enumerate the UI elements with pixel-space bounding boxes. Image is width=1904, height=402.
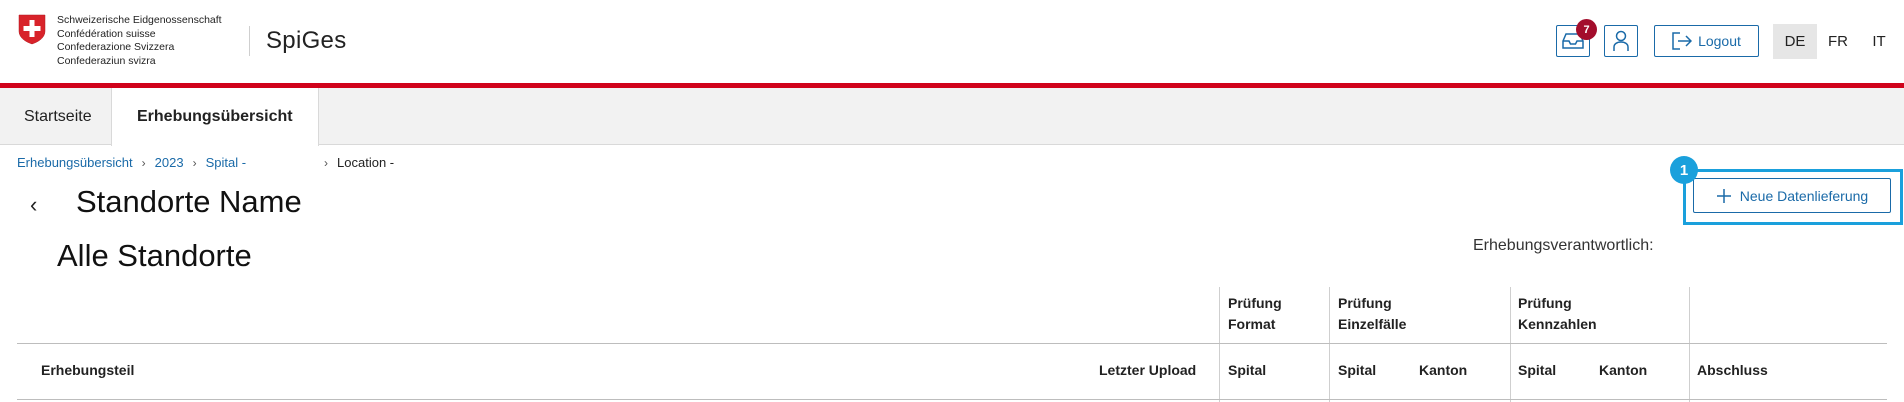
plus-icon [1716, 188, 1731, 203]
breadcrumb-separator: › [192, 155, 197, 170]
column-divider [1510, 287, 1511, 402]
breadcrumb-spital[interactable]: Spital - [206, 155, 246, 170]
user-icon [1613, 30, 1629, 51]
column-header-kennzahlen-kanton: Kanton [1599, 362, 1648, 378]
app-title: SpiGes [266, 27, 347, 54]
column-header-einzelfaelle-kanton: Kanton [1419, 362, 1468, 378]
language-fr[interactable]: FR [1816, 24, 1860, 59]
group-header-pruefung-format: Prüfung Format [1228, 293, 1282, 335]
confederation-wordmark: Schweizerische Eidgenossenschaft Confédé… [57, 14, 222, 68]
breadcrumb-location: Location - [337, 155, 395, 170]
group-header-line: Prüfung [1338, 295, 1392, 311]
language-it[interactable]: IT [1857, 24, 1901, 59]
page-title: Standorte Name [76, 184, 302, 219]
column-header-einzelfaelle-spital: Spital [1338, 362, 1377, 378]
language-de[interactable]: DE [1773, 24, 1817, 59]
group-header-line: Prüfung [1518, 295, 1572, 311]
breadcrumb-separator: › [141, 155, 146, 170]
swiss-coat-of-arms-icon [18, 14, 46, 45]
group-header-line: Prüfung [1228, 295, 1282, 311]
breadcrumb-year[interactable]: 2023 [155, 155, 184, 170]
column-header-format-spital: Spital [1228, 362, 1267, 378]
breadcrumb-erhebungsuebersicht[interactable]: Erhebungsübersicht [17, 155, 133, 170]
group-header-line: Format [1228, 316, 1276, 332]
logout-button[interactable]: Logout [1654, 25, 1759, 57]
tab-startseite[interactable]: Startseite [0, 88, 116, 145]
confederation-line-de: Schweizerische Eidgenossenschaft [57, 14, 222, 26]
column-header-kennzahlen-spital: Spital [1518, 362, 1557, 378]
section-title: Alle Standorte [57, 238, 252, 273]
tab-erhebungsuebersicht[interactable]: Erhebungsübersicht [111, 88, 319, 146]
column-header-letzter-upload[interactable]: Letzter Upload [1099, 362, 1196, 378]
new-delivery-label: Neue Datenlieferung [1739, 187, 1869, 204]
step-marker-badge: 1 [1670, 156, 1698, 184]
group-header-pruefung-kennzahlen: Prüfung Kennzahlen [1518, 293, 1597, 335]
group-header-pruefung-einzelfaelle: Prüfung Einzelfälle [1338, 293, 1406, 335]
confederation-line-rm: Confederaziun svizra [57, 54, 156, 67]
new-delivery-button[interactable]: Neue Datenlieferung [1693, 178, 1891, 213]
confederation-line-it: Confederazione Svizzera [57, 41, 175, 53]
logout-icon [1672, 32, 1693, 50]
column-divider [1689, 287, 1690, 402]
column-divider [1329, 287, 1330, 402]
group-header-line: Kennzahlen [1518, 316, 1597, 332]
column-header-erhebungsteil[interactable]: Erhebungsteil [41, 362, 134, 378]
notification-count-badge: 7 [1576, 19, 1597, 40]
breadcrumb-separator: › [324, 155, 329, 170]
app-header: Schweizerische Eidgenossenschaft Confédé… [0, 0, 1904, 84]
table-header-separator [17, 343, 1887, 344]
header-divider [249, 26, 250, 56]
column-divider [1219, 287, 1220, 402]
column-header-abschluss: Abschluss [1697, 362, 1768, 378]
responsible-label: Erhebungsverantwortlich: [1473, 237, 1654, 254]
user-profile-button[interactable] [1604, 25, 1638, 57]
logout-label: Logout [1698, 33, 1741, 49]
breadcrumb: Erhebungsübersicht › 2023 › Spital - › L… [17, 155, 394, 170]
back-chevron-icon[interactable]: ‹ [30, 192, 37, 218]
confederation-line-fr: Confédération suisse [57, 27, 156, 40]
table-row-separator [17, 399, 1887, 400]
main-nav: Startseite Erhebungsübersicht [0, 88, 1904, 146]
group-header-line: Einzelfälle [1338, 316, 1407, 332]
